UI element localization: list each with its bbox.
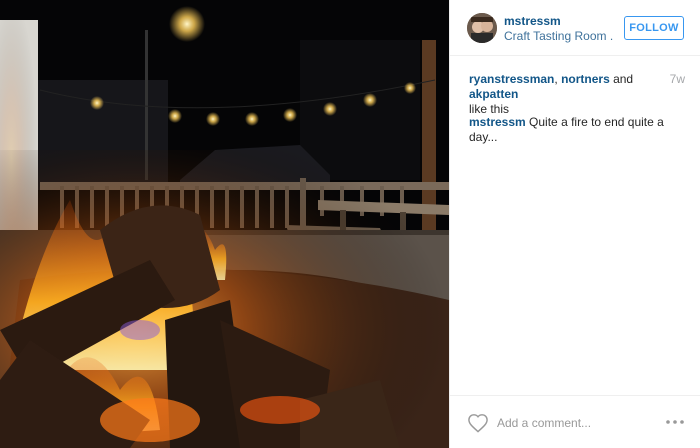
campfire-photo: [0, 0, 449, 448]
likes-and: and: [609, 72, 634, 86]
liker-link[interactable]: nortners: [561, 72, 610, 86]
timestamp[interactable]: 7w: [670, 72, 685, 86]
avatar-image: [467, 13, 497, 43]
heart-icon[interactable]: [467, 413, 489, 433]
follow-button[interactable]: FOLLOW: [624, 16, 684, 40]
likes-summary: ryanstressman, nortners and akpatten lik…: [469, 72, 669, 117]
avatar[interactable]: [467, 13, 497, 43]
liker-link[interactable]: akpatten: [469, 87, 518, 101]
comment-input[interactable]: [497, 414, 637, 432]
post-sidebar: mstressm Craft Tasting Room ... FOLLOW r…: [449, 0, 700, 448]
ellipsis-icon[interactable]: [664, 414, 686, 430]
likes-suffix: like this: [469, 102, 510, 116]
username-link[interactable]: mstressm: [504, 14, 561, 28]
caption: mstressm Quite a fire to end quite a day…: [469, 115, 689, 145]
post-photo[interactable]: [0, 0, 449, 448]
post-header: mstressm Craft Tasting Room ... FOLLOW: [450, 0, 700, 56]
location-link[interactable]: Craft Tasting Room ...: [504, 29, 614, 43]
liker-link[interactable]: ryanstressman: [469, 72, 554, 86]
post-footer: [450, 395, 700, 448]
caption-username-link[interactable]: mstressm: [469, 115, 526, 129]
